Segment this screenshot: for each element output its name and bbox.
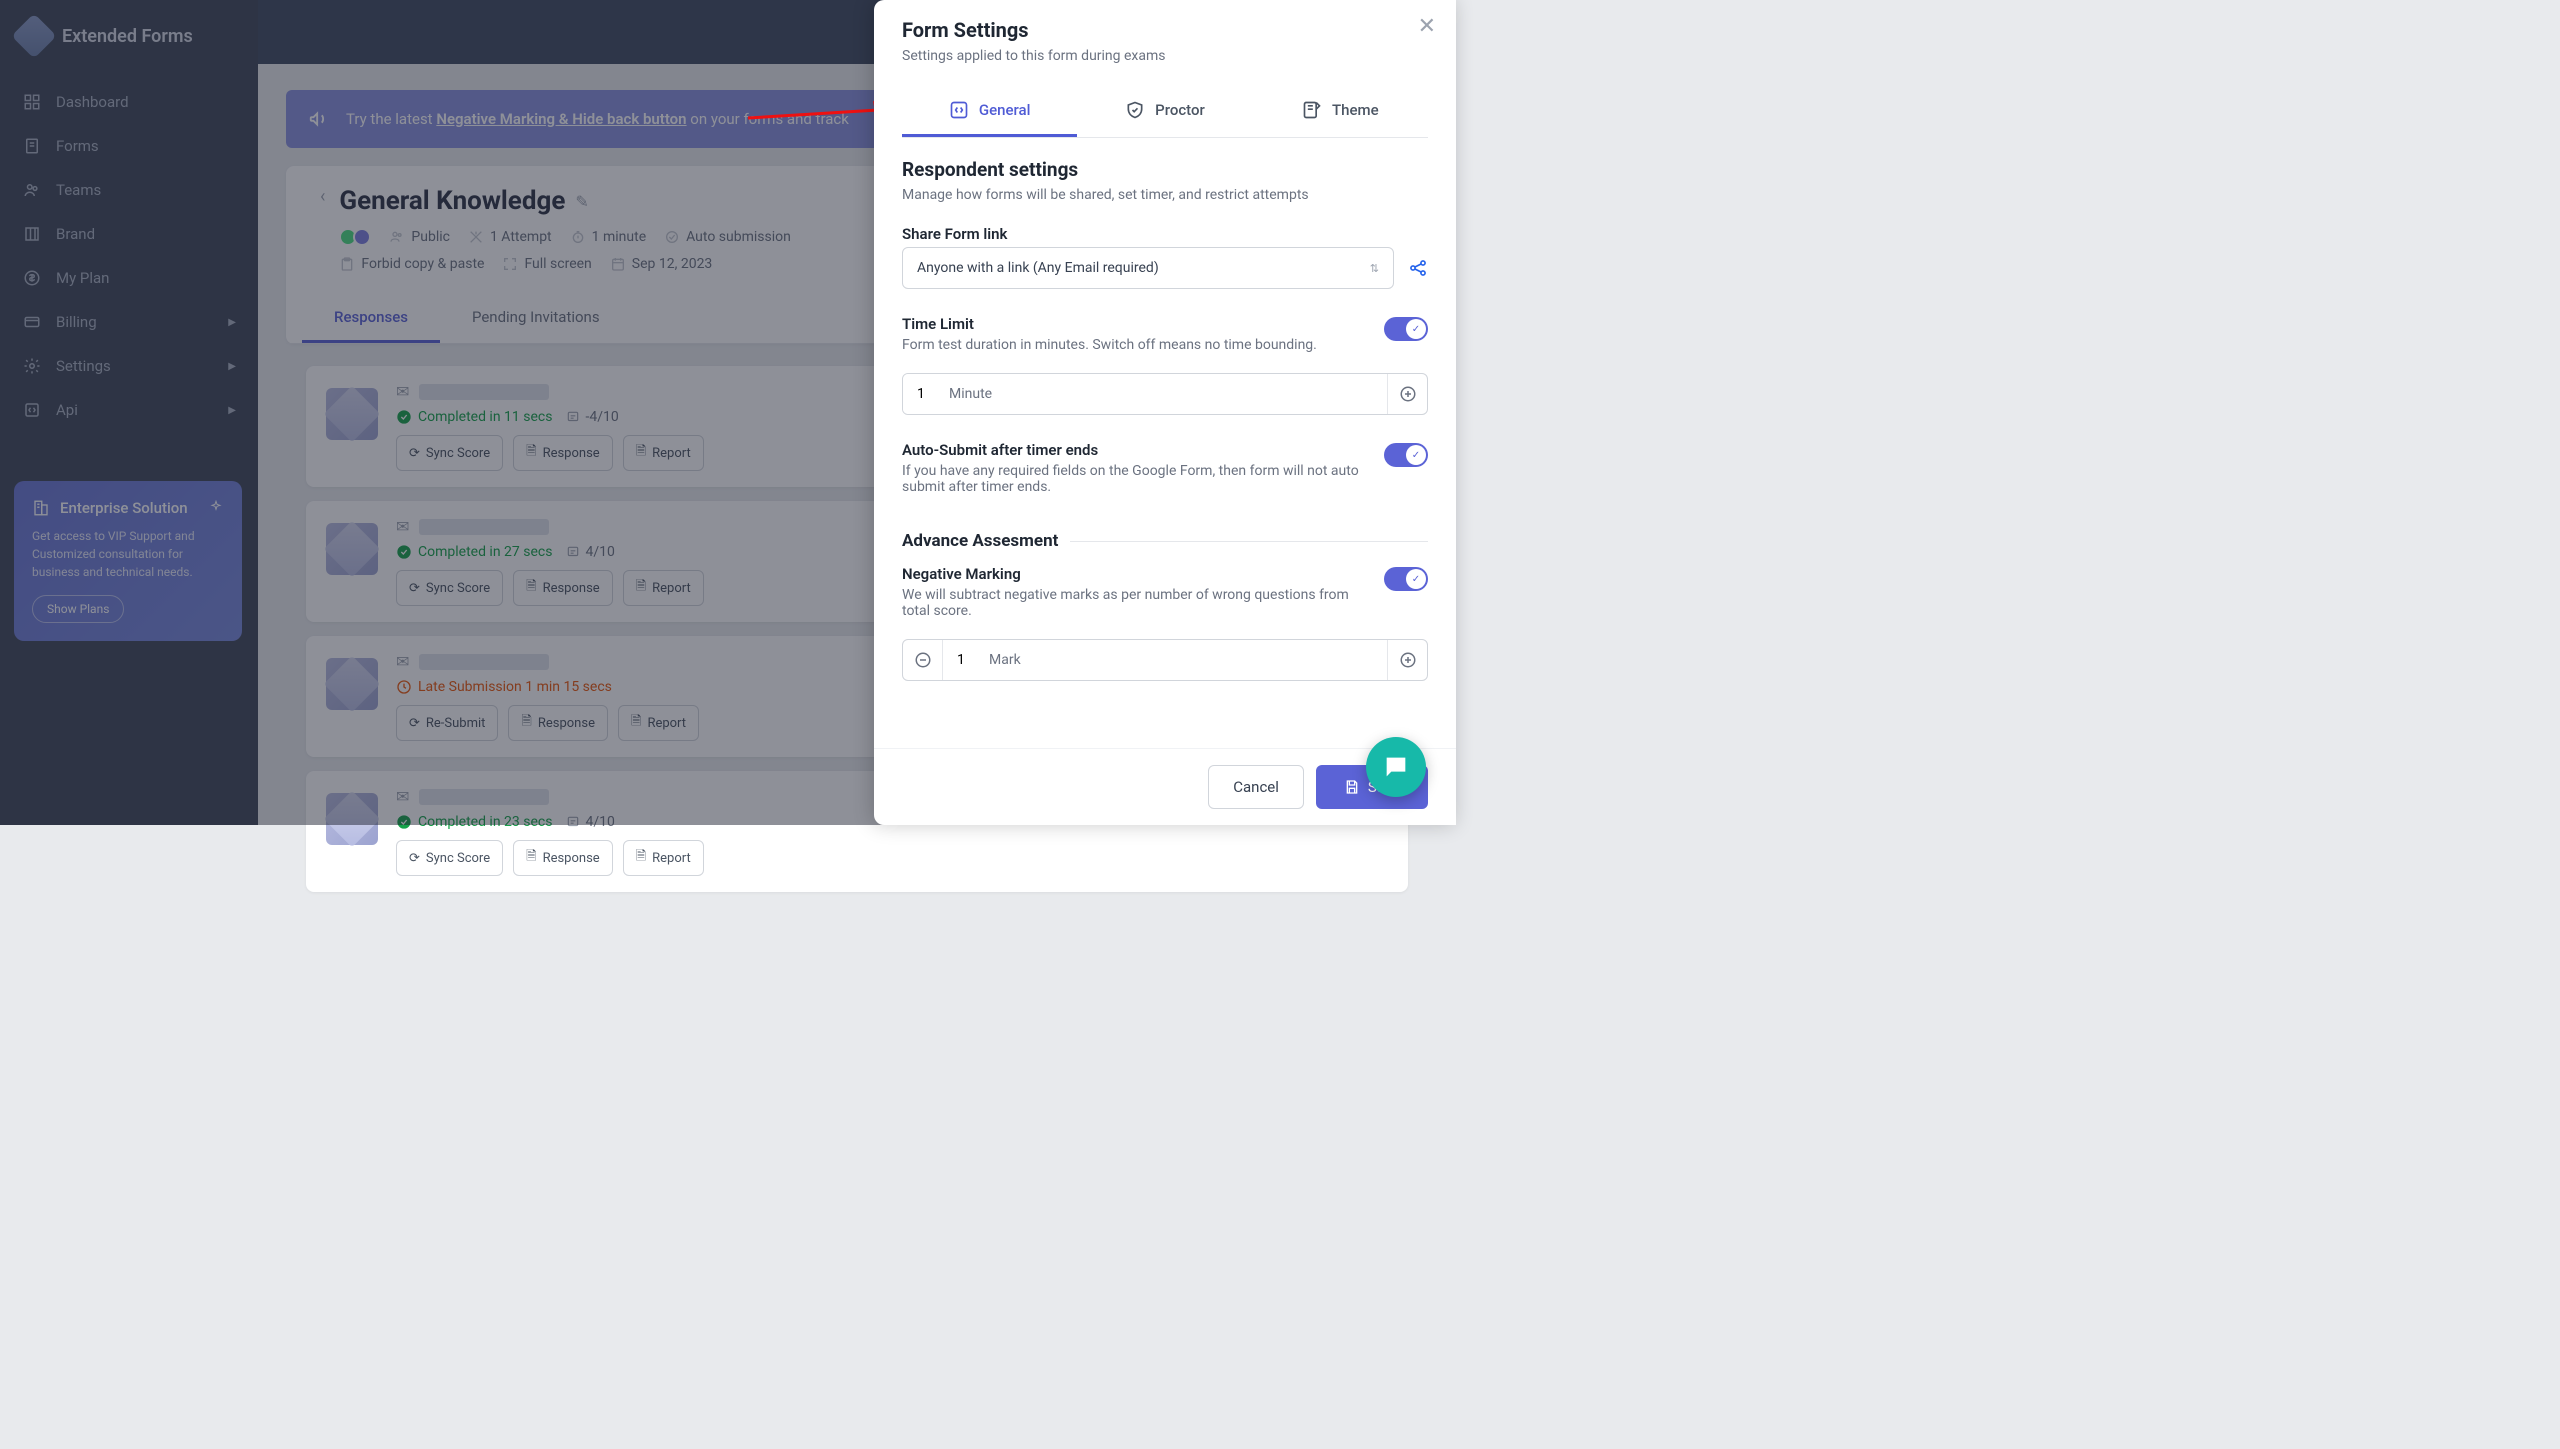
negative-label: Negative Marking <box>902 565 1368 583</box>
timelimit-desc: Form test duration in minutes. Switch of… <box>902 337 1368 353</box>
section-subtitle: Manage how forms will be shared, set tim… <box>902 187 1428 203</box>
timelimit-stepper: Minute <box>902 373 1428 415</box>
autosubmit-toggle[interactable] <box>1384 443 1428 467</box>
chat-fab[interactable] <box>1366 737 1426 797</box>
share-icon[interactable] <box>1408 258 1428 278</box>
drawer-subtitle: Settings applied to this form during exa… <box>902 48 1428 64</box>
advance-heading: Advance Assesment <box>902 531 1058 551</box>
select-value: Anyone with a link (Any Email required) <box>917 260 1159 276</box>
divider <box>1070 541 1428 542</box>
timelimit-toggle[interactable] <box>1384 317 1428 341</box>
share-select[interactable]: Anyone with a link (Any Email required) … <box>902 247 1394 289</box>
timelimit-unit: Minute <box>941 374 1387 414</box>
negative-desc: We will subtract negative marks as per n… <box>902 587 1368 619</box>
timelimit-label: Time Limit <box>902 315 1368 333</box>
section-title: Respondent settings <box>902 158 1428 181</box>
tab-proctor[interactable]: Proctor <box>1077 86 1252 137</box>
save-icon <box>1344 779 1360 795</box>
tab-theme[interactable]: Theme <box>1253 86 1428 137</box>
report-button[interactable]: 🗎Report <box>623 840 704 876</box>
share-label: Share Form link <box>902 225 1428 243</box>
negative-toggle[interactable] <box>1384 567 1428 591</box>
negative-unit: Mark <box>981 640 1387 680</box>
form-settings-drawer: ✕ Form Settings Settings applied to this… <box>874 0 1456 825</box>
refresh-icon: ⟳ <box>409 851 420 866</box>
sync-score-button[interactable]: ⟳Sync Score <box>396 840 503 876</box>
updown-icon: ⇅ <box>1370 262 1379 275</box>
timelimit-input[interactable] <box>903 374 941 414</box>
palette-icon <box>1302 100 1322 120</box>
increment-button[interactable] <box>1387 374 1427 414</box>
increment-button[interactable] <box>1387 640 1427 680</box>
autosubmit-label: Auto-Submit after timer ends <box>902 441 1368 459</box>
document-icon: 🗎 <box>526 847 536 869</box>
chat-icon <box>1382 753 1410 781</box>
decrement-button[interactable] <box>903 640 943 680</box>
shield-icon <box>1125 100 1145 120</box>
close-button[interactable]: ✕ <box>1418 14 1436 39</box>
tab-general[interactable]: General <box>902 86 1077 137</box>
report-icon: 🗎 <box>636 847 646 869</box>
angle-brackets-icon <box>949 100 969 120</box>
negative-input[interactable] <box>943 640 981 680</box>
negative-stepper: Mark <box>902 639 1428 681</box>
drawer-title: Form Settings <box>902 18 1428 42</box>
cancel-button[interactable]: Cancel <box>1208 765 1304 809</box>
autosubmit-desc: If you have any required fields on the G… <box>902 463 1368 495</box>
response-button[interactable]: 🗎Response <box>513 840 613 876</box>
